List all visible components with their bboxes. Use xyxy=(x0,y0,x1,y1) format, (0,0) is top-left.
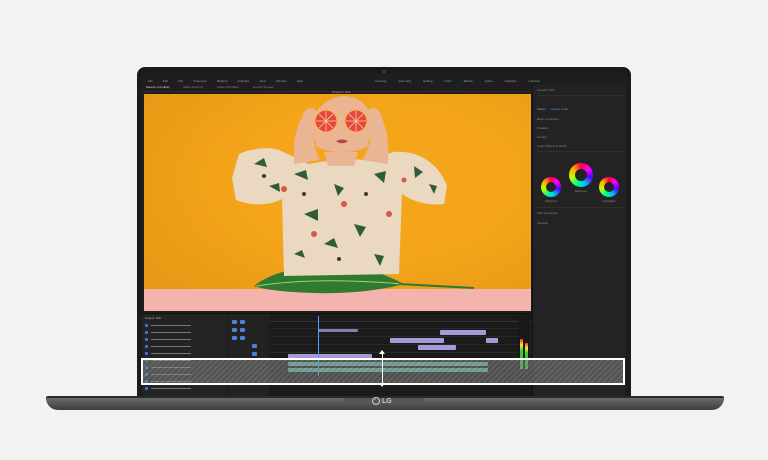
lg-logo: LG xyxy=(372,397,392,405)
program-monitor-viewer[interactable] xyxy=(144,94,531,311)
item-name-placeholder xyxy=(151,339,191,340)
ripple-edit-tool-icon[interactable] xyxy=(232,328,237,332)
track-divider xyxy=(270,344,532,345)
item-name-placeholder xyxy=(151,346,191,347)
tab-source[interactable]: Source: (no clips) xyxy=(146,85,169,91)
timeline-clip[interactable] xyxy=(486,338,498,343)
track-select-tool-icon[interactable] xyxy=(240,320,245,324)
section-hsl-secondary[interactable]: HSL Secondary xyxy=(537,211,558,215)
project-item[interactable] xyxy=(145,331,205,334)
menu-item-window[interactable]: Window xyxy=(276,79,287,83)
project-item[interactable] xyxy=(145,345,205,348)
project-item[interactable] xyxy=(145,324,205,327)
project-item[interactable] xyxy=(145,338,205,341)
tab-audio-clip-mixer[interactable]: Audio Clip Mixer xyxy=(217,85,239,91)
timeline-panel[interactable] xyxy=(270,314,532,398)
section-basic-correction[interactable]: Basic Correction xyxy=(537,117,559,121)
razor-tool-icon[interactable] xyxy=(240,328,245,332)
woman-holding-grapefruit-image xyxy=(232,96,475,294)
workspace-tab-assembly[interactable]: Assembly xyxy=(398,79,411,83)
project-panel: Project: Edit xyxy=(142,314,226,398)
highlights-label: Highlights xyxy=(602,199,616,203)
track-divider xyxy=(270,328,532,329)
menu-item-help[interactable]: Help xyxy=(297,79,303,83)
menu-item-markers[interactable]: Markers xyxy=(217,79,228,83)
workspace-tab-graphics[interactable]: Graphics xyxy=(504,79,516,83)
tab-lumetri-scopes[interactable]: Lumetri Scopes xyxy=(253,85,274,91)
workspace-tab-color[interactable]: Color xyxy=(444,79,451,83)
menu-item-file[interactable]: File xyxy=(148,79,153,83)
section-vignette[interactable]: Vignette xyxy=(537,221,548,225)
item-name-placeholder xyxy=(151,332,191,333)
timeline-clip[interactable] xyxy=(390,338,444,343)
tab-effect-controls[interactable]: Effect Controls xyxy=(183,85,203,91)
lg-logo-text: LG xyxy=(382,397,392,405)
clip-icon xyxy=(145,331,148,334)
clip-icon xyxy=(145,387,148,390)
track-divider xyxy=(270,352,532,353)
item-name-placeholder xyxy=(151,353,191,354)
timeline-clip[interactable] xyxy=(440,330,486,335)
tab-lumetri-color[interactable]: Lumetri Color xyxy=(550,107,568,111)
workspace-tab-editing[interactable]: Editing xyxy=(423,79,432,83)
menu-item-sequence[interactable]: Sequence xyxy=(193,79,207,83)
timeline-clip[interactable] xyxy=(318,329,358,332)
panel-divider xyxy=(537,207,623,208)
audio-meters xyxy=(518,314,530,398)
tab-master[interactable]: Master xyxy=(537,107,546,111)
panel-divider xyxy=(537,95,623,96)
workspace-tab-learning[interactable]: Learning xyxy=(375,79,387,83)
arrow-up-icon xyxy=(379,350,385,354)
workspace-tab-effects[interactable]: Effects xyxy=(464,79,473,83)
section-creative[interactable]: Creative xyxy=(537,126,548,130)
type-tool-icon[interactable] xyxy=(252,352,257,356)
midtones-label: Midtones xyxy=(574,189,588,193)
panel-divider xyxy=(537,151,623,152)
clip-icon xyxy=(145,338,148,341)
section-curves[interactable]: Curves xyxy=(537,135,547,139)
timeline-clip[interactable] xyxy=(418,345,456,350)
lg-logo-icon xyxy=(372,397,380,405)
arrow-down-icon xyxy=(379,383,385,387)
lumetri-tabs: Master Lumetri Color xyxy=(537,107,568,111)
project-panel-title: Project: Edit xyxy=(145,316,162,320)
track-divider xyxy=(270,336,532,337)
menu-item-clip[interactable]: Clip xyxy=(178,79,183,83)
section-color-wheels[interactable]: Color Wheels & Match xyxy=(537,144,567,148)
item-name-placeholder xyxy=(151,325,191,326)
timeline-ruler[interactable] xyxy=(270,316,532,322)
midtones-color-wheel[interactable] xyxy=(569,163,593,187)
menu-item-graphics[interactable]: Graphics xyxy=(238,79,250,83)
lumetri-color-panel: Lumetri Color Master Lumetri Color Basic… xyxy=(532,85,626,398)
selection-tool-icon[interactable] xyxy=(232,320,237,324)
menu-bar: File Edit Clip Sequence Markers Graphics… xyxy=(142,77,626,85)
slip-tool-icon[interactable] xyxy=(232,336,237,340)
workspace-tab-libraries[interactable]: Libraries xyxy=(528,79,540,83)
item-name-placeholder xyxy=(151,388,191,389)
project-item[interactable] xyxy=(145,352,205,355)
tools-panel xyxy=(228,314,268,398)
pen-tool-icon[interactable] xyxy=(240,336,245,340)
workspace-tab-audio[interactable]: Audio xyxy=(485,79,493,83)
bottom-panels: Project: Edit xyxy=(142,313,532,398)
menu-item-view[interactable]: View xyxy=(260,79,266,83)
shadows-color-wheel[interactable] xyxy=(541,177,561,197)
clip-icon xyxy=(145,345,148,348)
workspace-tabs: Learning Assembly Editing Color Effects … xyxy=(375,79,540,83)
bezel-highlight-box xyxy=(141,358,625,385)
clip-icon xyxy=(145,324,148,327)
highlights-color-wheel[interactable] xyxy=(599,177,619,197)
dimension-arrow-line xyxy=(382,352,383,385)
shadows-label: Shadows xyxy=(544,199,558,203)
project-item[interactable] xyxy=(145,387,205,390)
hand-tool-icon[interactable] xyxy=(252,344,257,348)
clip-icon xyxy=(145,352,148,355)
menu-item-edit[interactable]: Edit xyxy=(163,79,168,83)
lumetri-panel-title: Lumetri Color xyxy=(537,88,556,92)
